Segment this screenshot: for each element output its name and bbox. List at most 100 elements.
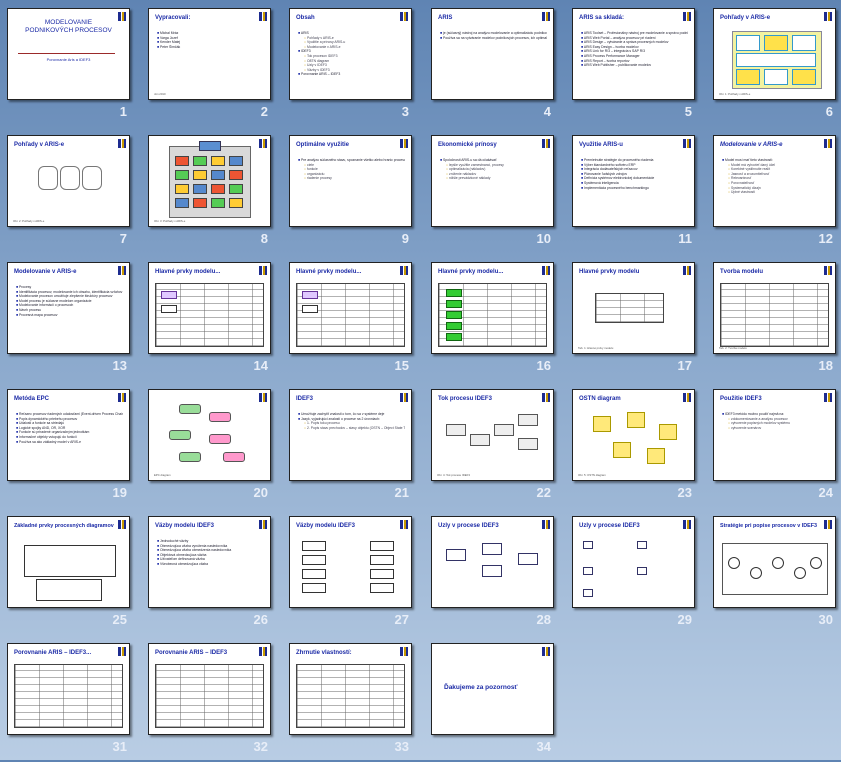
slide-canvas[interactable]: Väzby modelu IDEF3 Jednoduché väzbyObmedz… xyxy=(148,516,271,608)
bullet-item: 2. Popis stavu prechodov – stavy objektu… xyxy=(298,426,405,431)
slide-thumbnail[interactable]: Vypracovali: Michal MrázVarga JozefKender… xyxy=(141,0,282,127)
slide-canvas[interactable]: ARIS sa skladá: ARIS Toolset – Profesioná… xyxy=(572,8,695,100)
slide-thumbnail[interactable]: Základné prvky procesných diagramov 25 xyxy=(0,508,141,635)
slide-thumbnail[interactable]: Uzly v procese IDEF3 29 xyxy=(565,508,706,635)
diagram-shape xyxy=(175,198,189,208)
diagram-shape xyxy=(446,549,466,561)
bullet-item: Implementácia procesného benchmarkingu xyxy=(581,186,688,191)
slide-number: 32 xyxy=(253,739,268,754)
diagram-shape xyxy=(302,569,326,579)
diagram-shape xyxy=(24,545,116,577)
slide-title: Hlavné prvky modelu... xyxy=(155,269,221,275)
slide-footer: Obr. 2: Pohľady v ARIS-e xyxy=(13,219,45,223)
slide-thumbnail[interactable]: Zhrnutie vlastností: 33 xyxy=(282,635,423,762)
slide-number: 15 xyxy=(394,358,409,373)
slide-canvas[interactable]: IDEF3 Umožňuje zachytiť znalosti o tom, č… xyxy=(289,389,412,481)
slide-thumbnail[interactable]: Väzby modelu IDEF3 Jednoduché väzbyObmedz… xyxy=(141,508,282,635)
slide-canvas[interactable]: Uzly v procese IDEF3 xyxy=(431,516,554,608)
slide-thumbnail[interactable]: Obr. 3: Pohľady v ARIS-e 8 xyxy=(141,127,282,254)
slide-thumbnail[interactable]: Pohľady v ARIS-e Obr. 2: Pohľady v ARIS-e… xyxy=(0,127,141,254)
slide-canvas[interactable]: Stratégie pri popise procesov v IDEF3 xyxy=(713,516,836,608)
bullet-item: Reťazec procesov riadených udalosťami (E… xyxy=(16,412,123,417)
slide-title: Zhrnutie vlastností: xyxy=(296,650,352,656)
slide-thumbnail[interactable]: Využitie ARIS-u Premietnutie stratégie do… xyxy=(565,127,706,254)
slide-canvas[interactable]: Ďakujeme za pozornosť xyxy=(431,643,554,735)
slide-body: Spoločnosti ARIS-u sa dá očakávať:lepšie… xyxy=(440,158,547,181)
slide-canvas[interactable]: Tvorba modelu Tab. 2: Tvorba modelu xyxy=(713,262,836,354)
slide-thumbnail[interactable]: Ďakujeme za pozornosť 34 xyxy=(424,635,565,762)
slide-canvas[interactable]: Hlavné prvky modelu... xyxy=(431,262,554,354)
slide-thumbnail[interactable]: Optimálne využitie Pre analýzu súčasného … xyxy=(282,127,423,254)
slide-canvas[interactable]: EPC diagram xyxy=(148,389,271,481)
slide-footer: Tab. 1: Hlavné prvky modelu xyxy=(578,346,614,350)
slide-thumbnail[interactable]: Väzby modelu IDEF3 27 xyxy=(282,508,423,635)
diagram-shape xyxy=(792,35,816,51)
slide-thumbnail[interactable]: Hlavné prvky modelu Tab. 1: Hlavné prvky … xyxy=(565,254,706,381)
slide-thumbnail[interactable]: MODELOVANIE PODNIKOVÝCH PROCESOV Porovnan… xyxy=(0,0,141,127)
bullet-item: Všeobecná obmedzujúca väzba xyxy=(157,562,264,567)
slide-canvas[interactable]: Tok procesu IDEF3 Obr. 4: Tok procesu IDE… xyxy=(431,389,554,481)
slide-title: Uzly v procese IDEF3 xyxy=(579,523,640,529)
university-logo-icon xyxy=(118,647,126,656)
slide-canvas[interactable]: Uzly v procese IDEF3 xyxy=(572,516,695,608)
slide-thumbnail[interactable]: Hlavné prvky modelu... 14 xyxy=(141,254,282,381)
title-divider xyxy=(18,53,115,54)
slide-number: 28 xyxy=(536,612,551,627)
slide-thumbnail[interactable]: EPC diagram 20 xyxy=(141,381,282,508)
slide-body: je (súčasný) nástroj na analýzu modelova… xyxy=(440,31,547,40)
slide-canvas[interactable]: Vypracovali: Michal MrázVarga JozefKender… xyxy=(148,8,271,100)
slide-thumbnail[interactable]: OSTN diagram Obr. 5: OSTN diagram 23 xyxy=(565,381,706,508)
element-table xyxy=(720,283,829,347)
slide-thumbnail[interactable]: Tok procesu IDEF3 Obr. 4: Tok procesu IDE… xyxy=(424,381,565,508)
slide-thumbnail[interactable]: Porovnanie ARIS – IDEF3... 31 xyxy=(0,635,141,762)
slide-canvas[interactable]: Metóda EPC Reťazec procesov riadených uda… xyxy=(7,389,130,481)
slide-thumbnail[interactable]: Tvorba modelu Tab. 2: Tvorba modelu 18 xyxy=(706,254,841,381)
slide-canvas[interactable]: Hlavné prvky modelu... xyxy=(148,262,271,354)
slide-thumbnail[interactable]: Ekonomické prínosy Spoločnosti ARIS-u sa … xyxy=(424,127,565,254)
slide-thumbnail[interactable]: Modelovanie v ARIS-e Model musí mať tieto… xyxy=(706,127,841,254)
slide-thumbnail[interactable]: Modelovanie v ARIS-e ProcesyIdentifikácia… xyxy=(0,254,141,381)
bullet-item: Používa sa na vytváranie modelov podniko… xyxy=(440,36,547,41)
slide-thumbnail[interactable]: Hlavné prvky modelu... 16 xyxy=(424,254,565,381)
slide-thumbnail[interactable]: Uzly v procese IDEF3 28 xyxy=(424,508,565,635)
slide-body: ARISPohľady v ARIS-eVyužitie a prínosy A… xyxy=(298,31,405,77)
slide-canvas[interactable]: Väzby modelu IDEF3 xyxy=(289,516,412,608)
slide-canvas[interactable]: Ekonomické prínosy Spoločnosti ARIS-u sa … xyxy=(431,135,554,227)
slide-thumbnail[interactable]: Porovnanie ARIS – IDEF3 32 xyxy=(141,635,282,762)
slide-thumbnail[interactable]: Hlavné prvky modelu... 15 xyxy=(282,254,423,381)
diagram-shape xyxy=(736,53,816,67)
slide-thumbnail[interactable]: Pohľady v ARIS-e Obr. 1: Pohľady v ARIS-e… xyxy=(706,0,841,127)
diagram-shape xyxy=(370,583,394,593)
slide-thumbnail[interactable]: ARIS sa skladá: ARIS Toolset – Profesioná… xyxy=(565,0,706,127)
slide-canvas[interactable]: Modelovanie v ARIS-e Model musí mať tieto… xyxy=(713,135,836,227)
slide-thumbnail[interactable]: Metóda EPC Reťazec procesov riadených uda… xyxy=(0,381,141,508)
slide-thumbnail[interactable]: Stratégie pri popise procesov v IDEF3 30 xyxy=(706,508,841,635)
slide-thumbnail[interactable]: IDEF3 Umožňuje zachytiť znalosti o tom, č… xyxy=(282,381,423,508)
slide-canvas[interactable]: Využitie ARIS-u Premietnutie stratégie do… xyxy=(572,135,695,227)
diagram-shape xyxy=(518,438,538,450)
slide-canvas[interactable]: Modelovanie v ARIS-e ProcesyIdentifikácia… xyxy=(7,262,130,354)
slide-number: 9 xyxy=(401,231,409,246)
slide-canvas[interactable]: Porovnanie ARIS – IDEF3... xyxy=(7,643,130,735)
slide-canvas[interactable]: Zhrnutie vlastností: xyxy=(289,643,412,735)
slide-canvas[interactable]: Hlavné prvky modelu... xyxy=(289,262,412,354)
diagram-shape xyxy=(637,567,647,575)
slide-canvas[interactable]: Pohľady v ARIS-e Obr. 2: Pohľady v ARIS-e xyxy=(7,135,130,227)
slide-canvas[interactable]: Pohľady v ARIS-e Obr. 1: Pohľady v ARIS-e xyxy=(713,8,836,100)
slide-thumbnail[interactable]: Obsah ARISPohľady v ARIS-eVyužitie a prín… xyxy=(282,0,423,127)
slide-footer: Obr. 3: Pohľady v ARIS-e xyxy=(154,219,186,223)
slide-canvas[interactable]: OSTN diagram Obr. 5: OSTN diagram xyxy=(572,389,695,481)
slide-canvas[interactable]: ARIS je (súčasný) nástroj na analýzu mode… xyxy=(431,8,554,100)
slide-canvas[interactable]: Optimálne využitie Pre analýzu súčasného … xyxy=(289,135,412,227)
slide-canvas[interactable]: MODELOVANIE PODNIKOVÝCH PROCESOV Porovnan… xyxy=(7,8,130,100)
slide-thumbnail[interactable]: Použitie IDEF3 IDEF3 metódu možno použiť … xyxy=(706,381,841,508)
slide-canvas[interactable]: Použitie IDEF3 IDEF3 metódu možno použiť … xyxy=(713,389,836,481)
slide-canvas[interactable]: Obr. 3: Pohľady v ARIS-e xyxy=(148,135,271,227)
university-logo-icon xyxy=(400,647,408,656)
slide-number: 21 xyxy=(394,485,409,500)
slide-canvas[interactable]: Základné prvky procesných diagramov xyxy=(7,516,130,608)
slide-thumbnail[interactable]: ARIS je (súčasný) nástroj na analýzu mode… xyxy=(424,0,565,127)
slide-canvas[interactable]: Obsah ARISPohľady v ARIS-eVyužitie a prín… xyxy=(289,8,412,100)
slide-canvas[interactable]: Hlavné prvky modelu Tab. 1: Hlavné prvky … xyxy=(572,262,695,354)
slide-canvas[interactable]: Porovnanie ARIS – IDEF3 xyxy=(148,643,271,735)
